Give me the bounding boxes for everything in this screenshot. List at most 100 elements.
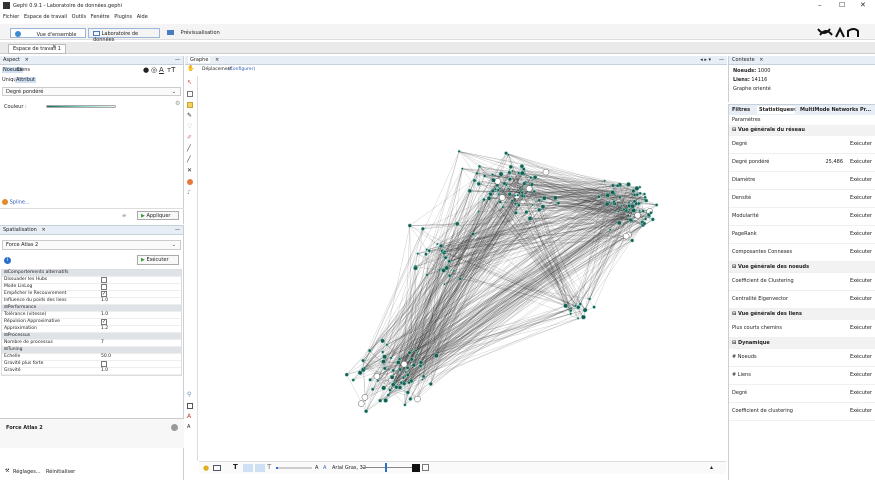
overview-tab[interactable]: Vue d'ensemble (10, 28, 86, 38)
property-row[interactable]: Influence du poids des liens 1.0 (2, 298, 181, 305)
graph-node[interactable] (603, 179, 607, 183)
expand-icon[interactable]: ▴ (710, 464, 713, 471)
graph-node[interactable] (630, 238, 635, 243)
eraser-icon[interactable] (187, 179, 193, 185)
graph-node[interactable] (476, 181, 481, 186)
graph-node[interactable] (373, 373, 381, 380)
close-icon[interactable]: × (759, 57, 763, 63)
graph-node[interactable] (404, 370, 407, 374)
graph-node[interactable] (634, 185, 640, 191)
graph-node[interactable] (443, 282, 446, 286)
rectangle-select-icon[interactable] (187, 91, 193, 97)
graph-node[interactable] (439, 243, 444, 248)
graph-node[interactable] (498, 171, 504, 177)
graph-node[interactable] (420, 226, 425, 231)
run-statistic-button[interactable]: Exécuter (850, 320, 872, 337)
graph-node[interactable] (407, 350, 412, 355)
graph-node[interactable] (447, 273, 452, 278)
graph-node[interactable] (458, 277, 462, 281)
graph-node[interactable] (622, 207, 626, 212)
label-size-icon[interactable]: тT (167, 66, 175, 74)
graph-node[interactable] (582, 307, 588, 313)
graph-node[interactable] (632, 199, 637, 204)
graph-node[interactable] (482, 197, 486, 202)
close-button[interactable]: ✕ (860, 1, 866, 9)
run-statistic-button[interactable]: Exécuter (850, 190, 872, 207)
graph-node[interactable] (418, 360, 424, 365)
graph-node[interactable] (477, 164, 482, 169)
menu-fichier[interactable]: Fichier (3, 14, 19, 20)
tab-statistiques[interactable]: Statistiques (757, 106, 796, 114)
graph-node[interactable] (605, 193, 611, 198)
graph-node[interactable] (616, 220, 622, 226)
graph-node[interactable] (364, 409, 369, 414)
graph-node[interactable] (386, 393, 391, 397)
info-icon[interactable]: i (4, 257, 11, 264)
spline-link[interactable]: Spline... (10, 200, 30, 206)
graph-node[interactable] (522, 194, 526, 198)
graph-node[interactable] (641, 209, 645, 213)
property-row[interactable]: Empêcher le Recouvrement ✓ (2, 291, 181, 298)
graph-node[interactable] (351, 378, 355, 382)
graph-node[interactable] (610, 190, 616, 195)
graph-tab[interactable]: Graphe (188, 57, 211, 63)
graph-node[interactable] (433, 353, 439, 359)
graph-node[interactable] (553, 195, 558, 201)
graph-node[interactable] (556, 201, 561, 205)
graph-node[interactable] (504, 151, 508, 156)
graph-canvas[interactable] (199, 76, 726, 461)
graph-node[interactable] (380, 338, 385, 344)
graph-node[interactable] (619, 204, 623, 208)
graph-node[interactable] (525, 185, 533, 192)
property-row[interactable]: Gravité 1.0 (2, 368, 181, 375)
graph-node[interactable] (638, 209, 641, 213)
graph-node[interactable] (608, 228, 612, 232)
run-statistic-button[interactable]: Exécuter (850, 403, 872, 420)
label-mode-icon[interactable]: T (267, 463, 271, 471)
graph-node[interactable] (527, 216, 533, 221)
graph-node[interactable] (490, 173, 494, 177)
graph-node[interactable] (510, 199, 514, 203)
graph-node[interactable] (622, 232, 630, 240)
tab-nav-icon[interactable]: ◂ ▸ ▾ (700, 57, 711, 63)
checkbox[interactable] (101, 277, 107, 283)
graph-node[interactable] (642, 221, 647, 226)
run-statistic-button[interactable]: Exécuter (850, 244, 872, 261)
run-statistic-button[interactable]: Exécuter (850, 172, 872, 189)
graph-node[interactable] (611, 183, 615, 188)
graph-node[interactable] (498, 194, 506, 201)
apply-button[interactable]: ▶ Appliquer (137, 211, 179, 220)
graph-node[interactable] (378, 398, 383, 403)
graph-node[interactable] (409, 357, 414, 362)
zoom-icon[interactable]: ⚲ (187, 392, 193, 398)
graph-node[interactable] (424, 252, 428, 257)
graph-node[interactable] (427, 249, 431, 253)
graph-node[interactable] (382, 354, 387, 360)
minimize-icon[interactable]: — (175, 227, 180, 233)
graph-node[interactable] (418, 364, 423, 368)
graph-node[interactable] (376, 379, 380, 383)
graph-node[interactable] (507, 170, 512, 175)
graph-node[interactable] (540, 204, 546, 210)
label-color-icon[interactable]: A (187, 414, 193, 420)
run-statistic-button[interactable]: Exécuter (850, 273, 872, 290)
brush-icon[interactable]: ╱ (187, 146, 193, 152)
color-icon[interactable]: ● (143, 66, 149, 74)
run-statistic-button[interactable]: Exécuter (850, 291, 872, 308)
graph-node[interactable] (407, 223, 412, 228)
graph-node[interactable] (529, 176, 533, 180)
graph-node[interactable] (407, 380, 411, 385)
graph-node[interactable] (425, 248, 428, 251)
graph-node[interactable] (368, 378, 372, 382)
graph-node[interactable] (383, 398, 388, 403)
graph-node[interactable] (628, 217, 633, 222)
run-statistic-button[interactable]: Exécuter (850, 154, 872, 171)
font-size-down[interactable]: A (315, 465, 318, 471)
reset-link[interactable]: Réinitialiser (46, 469, 75, 475)
graph-node[interactable] (443, 250, 447, 254)
graph-node[interactable] (405, 373, 410, 378)
graph-node[interactable] (569, 309, 573, 313)
palette-icon[interactable]: ⚙ (175, 100, 180, 107)
graph-node[interactable] (344, 372, 349, 377)
maximize-button[interactable]: ☐ (839, 1, 845, 9)
